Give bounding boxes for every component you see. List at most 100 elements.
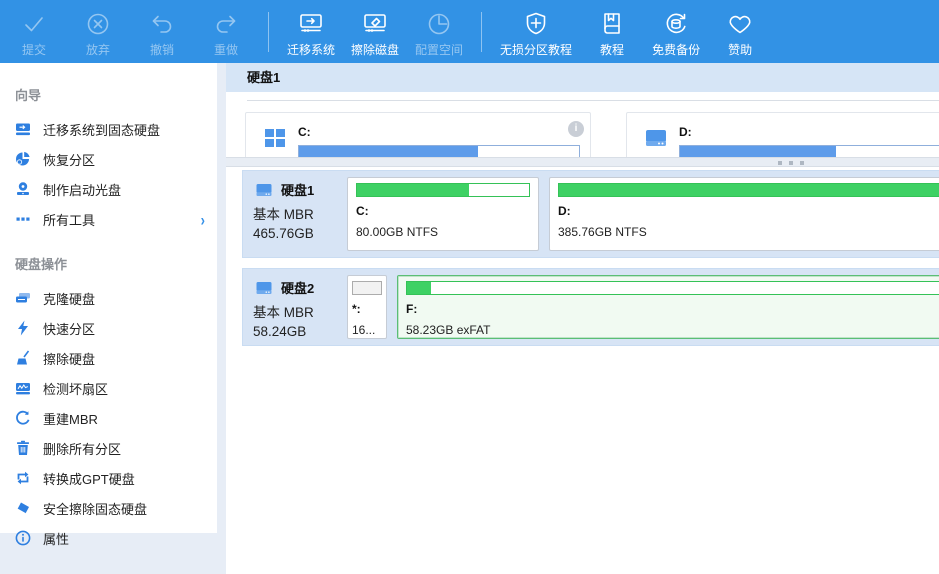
partition-c-label: C: <box>356 204 530 218</box>
redo-label: 重做 <box>214 41 238 58</box>
sidebar-item-quick-partition[interactable]: 快速分区 <box>0 313 217 343</box>
sidebar-item-recover-partition[interactable]: 恢复分区 <box>0 144 217 174</box>
trash-icon <box>15 440 31 456</box>
partition-d-usage-bar <box>558 183 939 197</box>
sidebar-item-label: 克隆硬盘 <box>43 289 95 308</box>
sidebar-item-delete-all-partitions[interactable]: 删除所有分区 <box>0 433 217 463</box>
partition-f[interactable]: F: 58.23GB exFAT <box>397 275 939 339</box>
sidebar-item-check-bad-sectors[interactable]: 检测坏扇区 <box>0 373 217 403</box>
disk-icon <box>253 181 275 199</box>
boot-disc-icon <box>15 181 31 197</box>
sidebar-item-properties[interactable]: 属性 <box>0 523 217 553</box>
discard-label: 放弃 <box>86 41 110 58</box>
partition-f-usage-bar <box>406 281 939 295</box>
sidebar-item-label: 检测坏扇区 <box>43 379 108 398</box>
panel-splitter[interactable] <box>226 157 939 167</box>
drive-icon <box>644 126 668 150</box>
disk-icon <box>253 279 275 297</box>
chevron-right-icon: › <box>201 209 205 229</box>
redo-icon <box>212 6 240 38</box>
toolbar: 提交 放弃 撤销 重做 迁移系统 <box>0 0 939 63</box>
disk2-partitions: *: 16... F: 58.23GB exFAT <box>347 275 939 339</box>
sidebar-item-migrate-to-ssd[interactable]: 迁移系统到固态硬盘 <box>0 114 217 144</box>
disk2-name: 硬盘2 <box>281 278 314 297</box>
migrate-system-icon <box>296 6 326 38</box>
pie-chart-icon <box>15 151 31 167</box>
info-circle-icon[interactable]: i <box>568 121 584 137</box>
allocate-space-button: 配置空间 <box>407 0 471 63</box>
free-backup-button[interactable]: 免费备份 <box>644 0 708 63</box>
overview-divider <box>247 100 939 101</box>
sidebar-item-convert-to-gpt[interactable]: 转换成GPT硬盘 <box>0 463 217 493</box>
toolbar-separator <box>268 12 269 52</box>
partition-unallocated-bar <box>352 281 382 295</box>
sidebar-item-label: 转换成GPT硬盘 <box>43 469 135 488</box>
disk2-size: 58.24GB <box>253 324 347 339</box>
migrate-system-label: 迁移系统 <box>287 41 335 58</box>
undo-label: 撤销 <box>150 41 174 58</box>
partition-d[interactable]: D: 385.76GB NTFS <box>549 177 939 251</box>
drive-card-c[interactable]: C: i <box>245 112 591 157</box>
sidebar-item-label: 迁移系统到固态硬盘 <box>43 120 160 139</box>
sidebar-item-label: 安全擦除固态硬盘 <box>43 499 147 518</box>
drive-d-label: D: <box>679 125 692 139</box>
partition-tutorial-label: 无损分区教程 <box>500 41 572 58</box>
partition-f-usage-fill <box>407 282 431 294</box>
splitter-grip-icon <box>778 161 804 165</box>
disk1-info[interactable]: 硬盘1 基本 MBR 465.76GB <box>249 177 347 251</box>
drive-c-usage-bar <box>298 145 580 157</box>
partition-unallocated-label: *: <box>352 302 382 316</box>
sidebar: 向导 迁移系统到固态硬盘 恢复分区 制作启动光盘 所有工具 › <box>0 63 217 533</box>
tutorial-button[interactable]: 教程 <box>580 0 644 63</box>
sidebar-item-wipe-hard-drive[interactable]: 擦除硬盘 <box>0 343 217 373</box>
drive-card-d[interactable]: D: <box>626 112 939 157</box>
sidebar-item-make-boot-disc[interactable]: 制作启动光盘 <box>0 174 217 204</box>
sidebar-item-label: 制作启动光盘 <box>43 180 121 199</box>
sidebar-section-disk-ops-title: 硬盘操作 <box>0 246 217 283</box>
partition-d-usage-fill <box>559 184 939 196</box>
tutorial-label: 教程 <box>600 41 624 58</box>
sidebar-item-label: 擦除硬盘 <box>43 349 95 368</box>
migrate-system-button[interactable]: 迁移系统 <box>279 0 343 63</box>
allocate-space-label: 配置空间 <box>415 41 463 58</box>
sidebar-item-rebuild-mbr[interactable]: 重建MBR <box>0 403 217 433</box>
broom-icon <box>15 350 31 366</box>
sidebar-item-label: 所有工具 <box>43 210 95 229</box>
sidebar-item-label: 删除所有分区 <box>43 439 121 458</box>
partition-c[interactable]: C: 80.00GB NTFS <box>347 177 539 251</box>
heart-icon <box>726 6 754 38</box>
info-icon <box>15 530 31 546</box>
partition-f-label: F: <box>406 302 939 316</box>
allocate-space-icon <box>425 6 453 38</box>
drive-d-usage-bar <box>679 145 939 157</box>
partition-unallocated[interactable]: *: 16... <box>347 275 387 339</box>
sidebar-item-label: 属性 <box>43 529 69 548</box>
undo-icon <box>148 6 176 38</box>
donate-button[interactable]: 赞助 <box>708 0 772 63</box>
dots-icon <box>15 211 31 227</box>
partition-f-info: 58.23GB exFAT <box>406 323 939 337</box>
sidebar-item-secure-erase-ssd[interactable]: 安全擦除固态硬盘 <box>0 493 217 523</box>
shield-plus-icon <box>522 6 550 38</box>
sidebar-item-all-tools[interactable]: 所有工具 › <box>0 204 217 234</box>
sidebar-item-clone-disk[interactable]: 克隆硬盘 <box>0 283 217 313</box>
disk2-info[interactable]: 硬盘2 基本 MBR 58.24GB <box>249 275 347 339</box>
discard-button: 放弃 <box>66 0 130 63</box>
drive-c-usage-fill <box>299 146 478 157</box>
disk1-size: 465.76GB <box>253 226 347 241</box>
bad-sector-icon <box>15 380 31 396</box>
wipe-disk-button[interactable]: 擦除磁盘 <box>343 0 407 63</box>
check-icon <box>20 6 48 38</box>
backup-icon <box>661 6 691 38</box>
tab-disk1[interactable]: 硬盘1 <box>226 63 280 92</box>
lightning-icon <box>15 320 31 336</box>
disk-tabbar: 硬盘1 <box>226 63 939 92</box>
main-panel: 硬盘1 C: i D: <box>226 63 939 574</box>
partition-tutorial-button[interactable]: 无损分区教程 <box>492 0 580 63</box>
toolbar-separator <box>481 12 482 52</box>
free-backup-label: 免费备份 <box>652 41 700 58</box>
sidebar-item-label: 重建MBR <box>43 409 98 428</box>
wipe-disk-label: 擦除磁盘 <box>351 41 399 58</box>
eraser-icon <box>15 500 31 516</box>
rebuild-mbr-icon <box>15 410 31 426</box>
